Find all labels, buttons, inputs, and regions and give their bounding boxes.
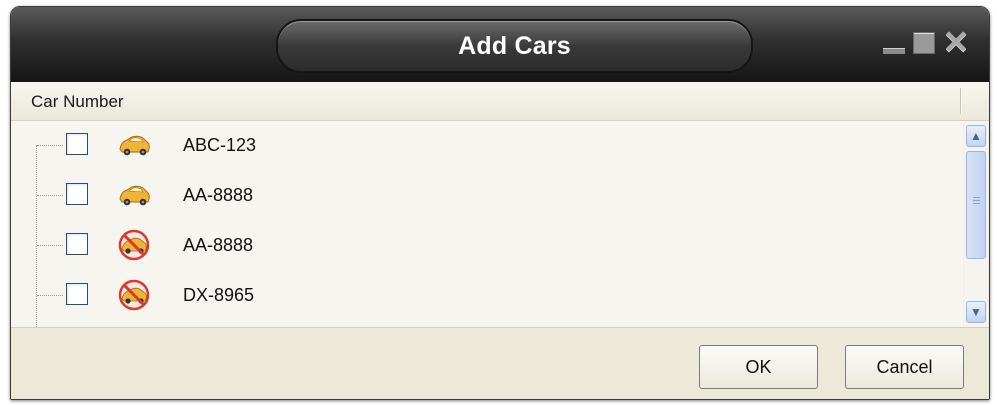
row-checkbox[interactable] xyxy=(66,183,88,205)
vertical-scrollbar[interactable]: ▲ ▼ xyxy=(964,121,988,327)
column-header-car-number[interactable]: Car Number xyxy=(31,92,124,112)
cancel-button[interactable]: Cancel xyxy=(845,345,964,389)
minimize-button[interactable] xyxy=(881,29,907,57)
list-item[interactable]: AA-8888 xyxy=(11,221,963,271)
scroll-down-button[interactable]: ▼ xyxy=(966,301,986,323)
close-button[interactable]: ✕ xyxy=(941,25,971,59)
list-header: Car Number xyxy=(11,82,989,121)
row-checkbox[interactable] xyxy=(66,283,88,305)
add-cars-dialog: Add Cars ✕ Car Number ABC-123 AA-8888 AA… xyxy=(10,6,990,400)
row-checkbox[interactable] xyxy=(66,133,88,155)
dialog-footer: OK Cancel xyxy=(11,327,989,399)
car-icon xyxy=(119,185,150,206)
window-title: Add Cars xyxy=(458,31,571,60)
list-item[interactable]: ABC-123 xyxy=(11,121,963,171)
title-bar[interactable]: Add Cars ✕ xyxy=(11,7,989,82)
tree-branch xyxy=(37,195,63,196)
chevron-up-icon: ▲ xyxy=(970,129,982,143)
car-list: ABC-123 AA-8888 AA-8888 DX-8965 xyxy=(11,121,963,327)
column-divider[interactable] xyxy=(960,88,961,114)
maximize-icon xyxy=(913,32,935,54)
close-icon: ✕ xyxy=(942,24,970,60)
list-item[interactable]: DX-8965 xyxy=(11,271,963,321)
ok-button[interactable]: OK xyxy=(699,345,818,389)
car-icon xyxy=(119,135,150,156)
maximize-button[interactable] xyxy=(911,29,937,57)
scrollbar-thumb[interactable] xyxy=(966,151,986,259)
row-checkbox[interactable] xyxy=(66,233,88,255)
car-number: AA-8888 xyxy=(183,235,254,255)
scroll-up-button[interactable]: ▲ xyxy=(966,125,986,147)
minimize-icon xyxy=(883,48,905,54)
title-pill: Add Cars xyxy=(276,19,753,73)
car-number: ABC-123 xyxy=(183,135,257,155)
car-disabled-icon xyxy=(118,229,150,261)
tree-branch xyxy=(37,295,63,296)
car-number: DX-8965 xyxy=(183,285,255,305)
grip-icon xyxy=(973,197,980,198)
chevron-down-icon: ▼ xyxy=(970,305,982,319)
car-number: AA-8888 xyxy=(183,185,254,205)
car-disabled-icon xyxy=(118,279,150,311)
list-item[interactable]: AA-8888 xyxy=(11,171,963,221)
tree-branch xyxy=(37,145,63,146)
tree-branch xyxy=(37,245,63,246)
